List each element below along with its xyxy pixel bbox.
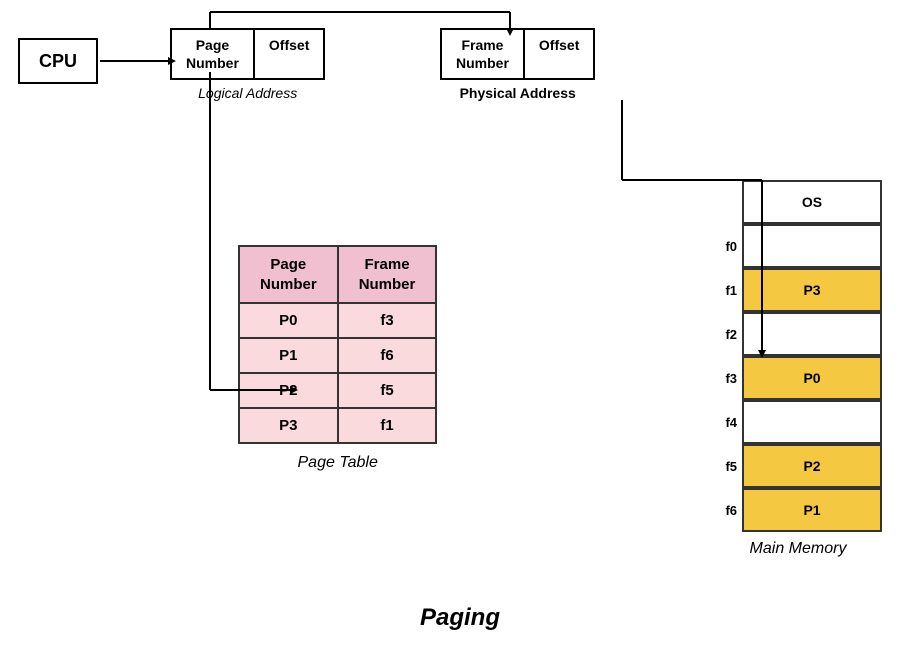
memory-row-f0: f0	[714, 224, 882, 268]
memory-row-label-f4: f4	[714, 415, 742, 430]
logical-address-label: Logical Address	[198, 85, 297, 101]
frame-cell: f1	[338, 408, 437, 443]
physical-address-box: FrameNumber Offset Physical Address	[440, 28, 595, 101]
table-row: P2 f5	[239, 373, 436, 408]
main-memory-container: OS f0 f1 P3 f2 f3 P0 f4 f5 P2 f6 P1	[714, 180, 882, 558]
memory-row-label-f5: f5	[714, 459, 742, 474]
col-header-frame: FrameNumber	[338, 246, 437, 303]
memory-row-label-f3: f3	[714, 371, 742, 386]
frame-number-cell: FrameNumber	[440, 28, 525, 80]
memory-cell-f1: P3	[742, 268, 882, 312]
memory-cell-f6: P1	[742, 488, 882, 532]
memory-row-f6: f6 P1	[714, 488, 882, 532]
diagram-container: CPU PageNumber Offset Logical Address Fr…	[0, 0, 920, 660]
page-number-cell: PageNumber	[170, 28, 255, 80]
paging-title: Paging	[420, 604, 500, 632]
page-cell: P1	[239, 338, 338, 373]
frame-cell: f5	[338, 373, 437, 408]
table-row: P1 f6	[239, 338, 436, 373]
page-cell: P2	[239, 373, 338, 408]
cpu-box: CPU	[18, 38, 98, 84]
table-row: P3 f1	[239, 408, 436, 443]
page-cell: P3	[239, 408, 338, 443]
memory-cell-f4	[742, 400, 882, 444]
memory-row-os: OS	[714, 180, 882, 224]
memory-cell-f2	[742, 312, 882, 356]
logical-address-box: PageNumber Offset Logical Address	[170, 28, 325, 101]
col-header-page: PageNumber	[239, 246, 338, 303]
page-table: PageNumber FrameNumber P0 f3 P1 f6 P2 f5	[238, 245, 437, 444]
memory-row-f2: f2	[714, 312, 882, 356]
physical-address-label: Physical Address	[460, 85, 576, 101]
table-row: P0 f3	[239, 303, 436, 338]
memory-row-f3: f3 P0	[714, 356, 882, 400]
cpu-label: CPU	[39, 51, 77, 72]
memory-cell-f3: P0	[742, 356, 882, 400]
main-memory-caption: Main Memory	[714, 540, 882, 558]
frame-cell: f3	[338, 303, 437, 338]
memory-row-label-f2: f2	[714, 327, 742, 342]
offset-cell-physical: Offset	[525, 28, 595, 80]
memory-row-label-f1: f1	[714, 283, 742, 298]
page-table-label: Page Table	[298, 454, 378, 472]
frame-cell: f6	[338, 338, 437, 373]
memory-row-f5: f5 P2	[714, 444, 882, 488]
page-table-container: PageNumber FrameNumber P0 f3 P1 f6 P2 f5	[238, 245, 437, 472]
offset-cell-logical: Offset	[255, 28, 325, 80]
memory-row-f4: f4	[714, 400, 882, 444]
memory-cell-os: OS	[742, 180, 882, 224]
memory-row-label-f6: f6	[714, 503, 742, 518]
memory-cell-f0	[742, 224, 882, 268]
memory-cell-f5: P2	[742, 444, 882, 488]
memory-row-label-f0: f0	[714, 239, 742, 254]
memory-row-f1: f1 P3	[714, 268, 882, 312]
page-cell: P0	[239, 303, 338, 338]
